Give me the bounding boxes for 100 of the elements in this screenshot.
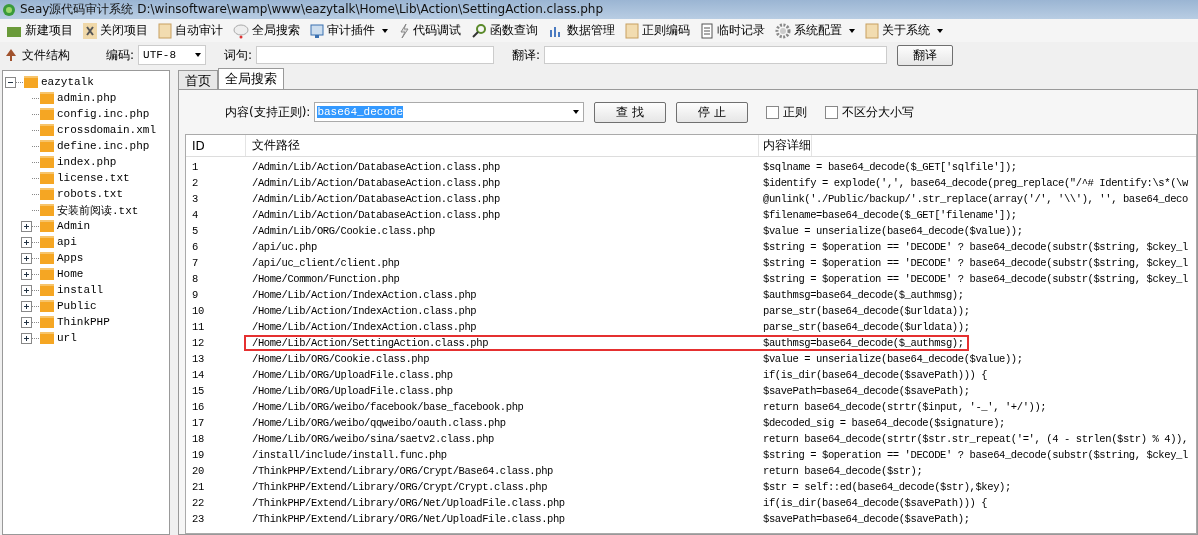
table-cell-text: 5 <box>191 225 199 237</box>
expand-icon[interactable] <box>21 300 32 312</box>
checkbox[interactable] <box>825 105 839 119</box>
toolbar-button[interactable]: 临时记录 <box>696 22 769 39</box>
folder-icon <box>40 92 54 104</box>
translate-button[interactable]: 翻译 <box>897 44 954 66</box>
toolbar-button[interactable]: 关闭项目 <box>79 22 152 39</box>
tree-item[interactable]: admin.php <box>57 92 117 104</box>
table-cell-text: 7 <box>191 257 199 269</box>
table-cell-text: return base64_decode($str); <box>762 465 923 477</box>
table-cell-text: 9 <box>191 289 199 301</box>
table-cell-text: $savePath=base64_decode($savePath); <box>762 385 970 397</box>
table-cell-text: /Home/Lib/Action/SettingAction.class.php <box>251 337 490 349</box>
tree-item[interactable]: define.inc.php <box>57 140 150 152</box>
table-cell-text: return base64_decode(strtr($input, '-_', '+/')); <box>762 401 1047 413</box>
folder-icon <box>40 108 54 120</box>
expand-icon[interactable] <box>21 252 32 264</box>
table-cell-text: /Home/Lib/ORG/weibo/sina/saetv2.class.php <box>251 433 495 445</box>
table-cell-text: $authmsg=base64_decode($_authmsg); <box>762 337 964 349</box>
window-title: Seay源代码审计系统 D:\winsoftware\wamp\www\eazytalk\Home\Lib\Action\SettingAction.class.php <box>20 1 604 18</box>
table-cell-text: 2 <box>191 177 199 189</box>
tab[interactable]: 全局搜索 <box>218 68 284 89</box>
toolbar-button[interactable]: 系统配置 <box>771 22 859 39</box>
toolbar-button[interactable]: 全局搜索 <box>229 22 304 39</box>
toolbar-button[interactable]: 新建项目 <box>2 22 77 39</box>
table-cell-text: 23 <box>191 513 205 525</box>
expand-icon[interactable] <box>21 332 32 344</box>
folder-icon <box>40 268 54 280</box>
file-structure-label: 文件结构 <box>22 46 71 64</box>
tree-item[interactable]: ThinkPHP <box>57 316 110 328</box>
toolbar-button[interactable]: 正则编码 <box>621 22 694 39</box>
tree-item[interactable]: robots.txt <box>57 188 123 200</box>
tree-item[interactable]: Apps <box>57 252 84 264</box>
table-cell-text: 10 <box>191 305 205 317</box>
column-header[interactable]: 内容详细 <box>759 135 812 156</box>
tree-item[interactable]: index.php <box>57 156 117 168</box>
expand-icon[interactable] <box>21 284 32 296</box>
table-cell-text: $filename=base64_decode($_GET['filename']); <box>762 209 1017 221</box>
toolbar-button[interactable]: 审计插件 <box>306 22 392 39</box>
gear-icon <box>775 22 791 39</box>
expand-icon[interactable] <box>21 220 32 232</box>
table-cell-text: 15 <box>191 385 205 397</box>
tree-item[interactable]: crossdomain.xml <box>57 124 157 136</box>
table-cell-text: /Admin/Lib/Action/DatabaseAction.class.php <box>251 161 501 173</box>
table-cell-text: /Home/Lib/Action/IndexAction.class.php <box>251 305 478 317</box>
table-cell-text: $string = $operation == 'DECODE' ? base64_decode(substr($string, $ckey_l <box>762 257 1188 269</box>
folder-icon <box>40 188 54 200</box>
expand-icon[interactable] <box>21 236 32 248</box>
toolbar-button[interactable]: 自动审计 <box>154 22 227 39</box>
table-cell-text: /Home/Lib/ORG/Cookie.class.php <box>251 353 431 365</box>
tree-item[interactable]: api <box>57 236 77 248</box>
toolbar-button[interactable]: 代码调试 <box>394 22 465 39</box>
tree-item[interactable]: eazytalk <box>41 76 94 88</box>
table-cell-text: /Home/Lib/ORG/UploadFile.class.php <box>251 369 454 381</box>
column-header[interactable]: 文件路径 <box>246 135 759 156</box>
translate-field[interactable] <box>544 46 888 64</box>
table-cell-text: /Home/Common/Function.php <box>251 273 401 285</box>
table-cell-text: /ThinkPHP/Extend/Library/ORG/Crypt/Base64.class.php <box>251 465 554 477</box>
table-cell-text: /Admin/Lib/Action/DatabaseAction.class.php <box>251 209 501 221</box>
find-button[interactable]: 查 找 <box>594 101 667 123</box>
table-cell-text: $identify = explode(',', base64_decode(preg_replace("/^# Identify:\s*(\w <box>762 177 1188 189</box>
toolbar-button[interactable]: 数据管理 <box>544 22 619 39</box>
table-cell-text: /Home/Lib/ORG/UploadFile.class.php <box>251 385 454 397</box>
tree-item[interactable]: Public <box>57 300 97 312</box>
tree-item[interactable]: install <box>57 284 104 296</box>
table-cell-text: $string = $operation == 'DECODE' ? base64_decode(substr($string, $ckey_l <box>762 273 1188 285</box>
encoding-dropdown[interactable]: UTF-8 <box>138 45 207 65</box>
tree-item[interactable]: url <box>57 332 77 344</box>
table-cell-text: 11 <box>191 321 205 333</box>
stop-button[interactable]: 停 止 <box>676 101 749 123</box>
encoding-label: 编码: <box>106 46 135 64</box>
tab[interactable]: 首页 <box>178 70 218 89</box>
table-cell-text: $string = $operation == 'DECODE' ? base64_decode(substr($string, $ckey_l <box>762 449 1188 461</box>
option-checkbox[interactable]: 正则 <box>766 103 808 121</box>
expand-icon[interactable] <box>21 268 32 280</box>
speech-bubble-icon <box>233 22 249 39</box>
folder-icon <box>40 172 54 184</box>
toolbar-button[interactable]: 函数查询 <box>467 22 542 39</box>
option-checkbox[interactable]: 不区分大小写 <box>825 103 915 121</box>
table-cell-text: /ThinkPHP/Extend/Library/ORG/Crypt/Crypt.class.php <box>251 481 549 493</box>
folder-icon <box>40 236 54 248</box>
search-icon <box>471 22 487 39</box>
checkbox[interactable] <box>766 105 780 119</box>
content-label: 内容(支持正则): <box>225 103 311 121</box>
table-cell-text: 21 <box>191 481 205 493</box>
table-cell-text: if(is_dir(base64_decode($savePath))) { <box>762 369 988 381</box>
column-header[interactable]: ID <box>186 135 246 156</box>
table-cell-text: /Admin/Lib/ORG/Cookie.class.php <box>251 225 436 237</box>
expand-icon[interactable] <box>21 316 32 328</box>
phrase-field[interactable] <box>256 46 495 64</box>
tree-item[interactable]: license.txt <box>57 172 130 184</box>
toolbar-button[interactable]: 关于系统 <box>861 22 947 39</box>
collapse-icon[interactable] <box>5 76 16 88</box>
table-cell-text: /Admin/Lib/Action/DatabaseAction.class.php <box>251 193 501 205</box>
tree-item[interactable]: 安装前阅读.txt <box>57 202 139 218</box>
tree-item[interactable]: Admin <box>57 220 90 232</box>
tree-item[interactable]: Home <box>57 268 84 280</box>
table-cell-text: $savePath=base64_decode($savePath); <box>762 513 970 525</box>
tree-item[interactable]: config.inc.php <box>57 108 150 120</box>
translate-label: 翻译: <box>512 46 541 64</box>
